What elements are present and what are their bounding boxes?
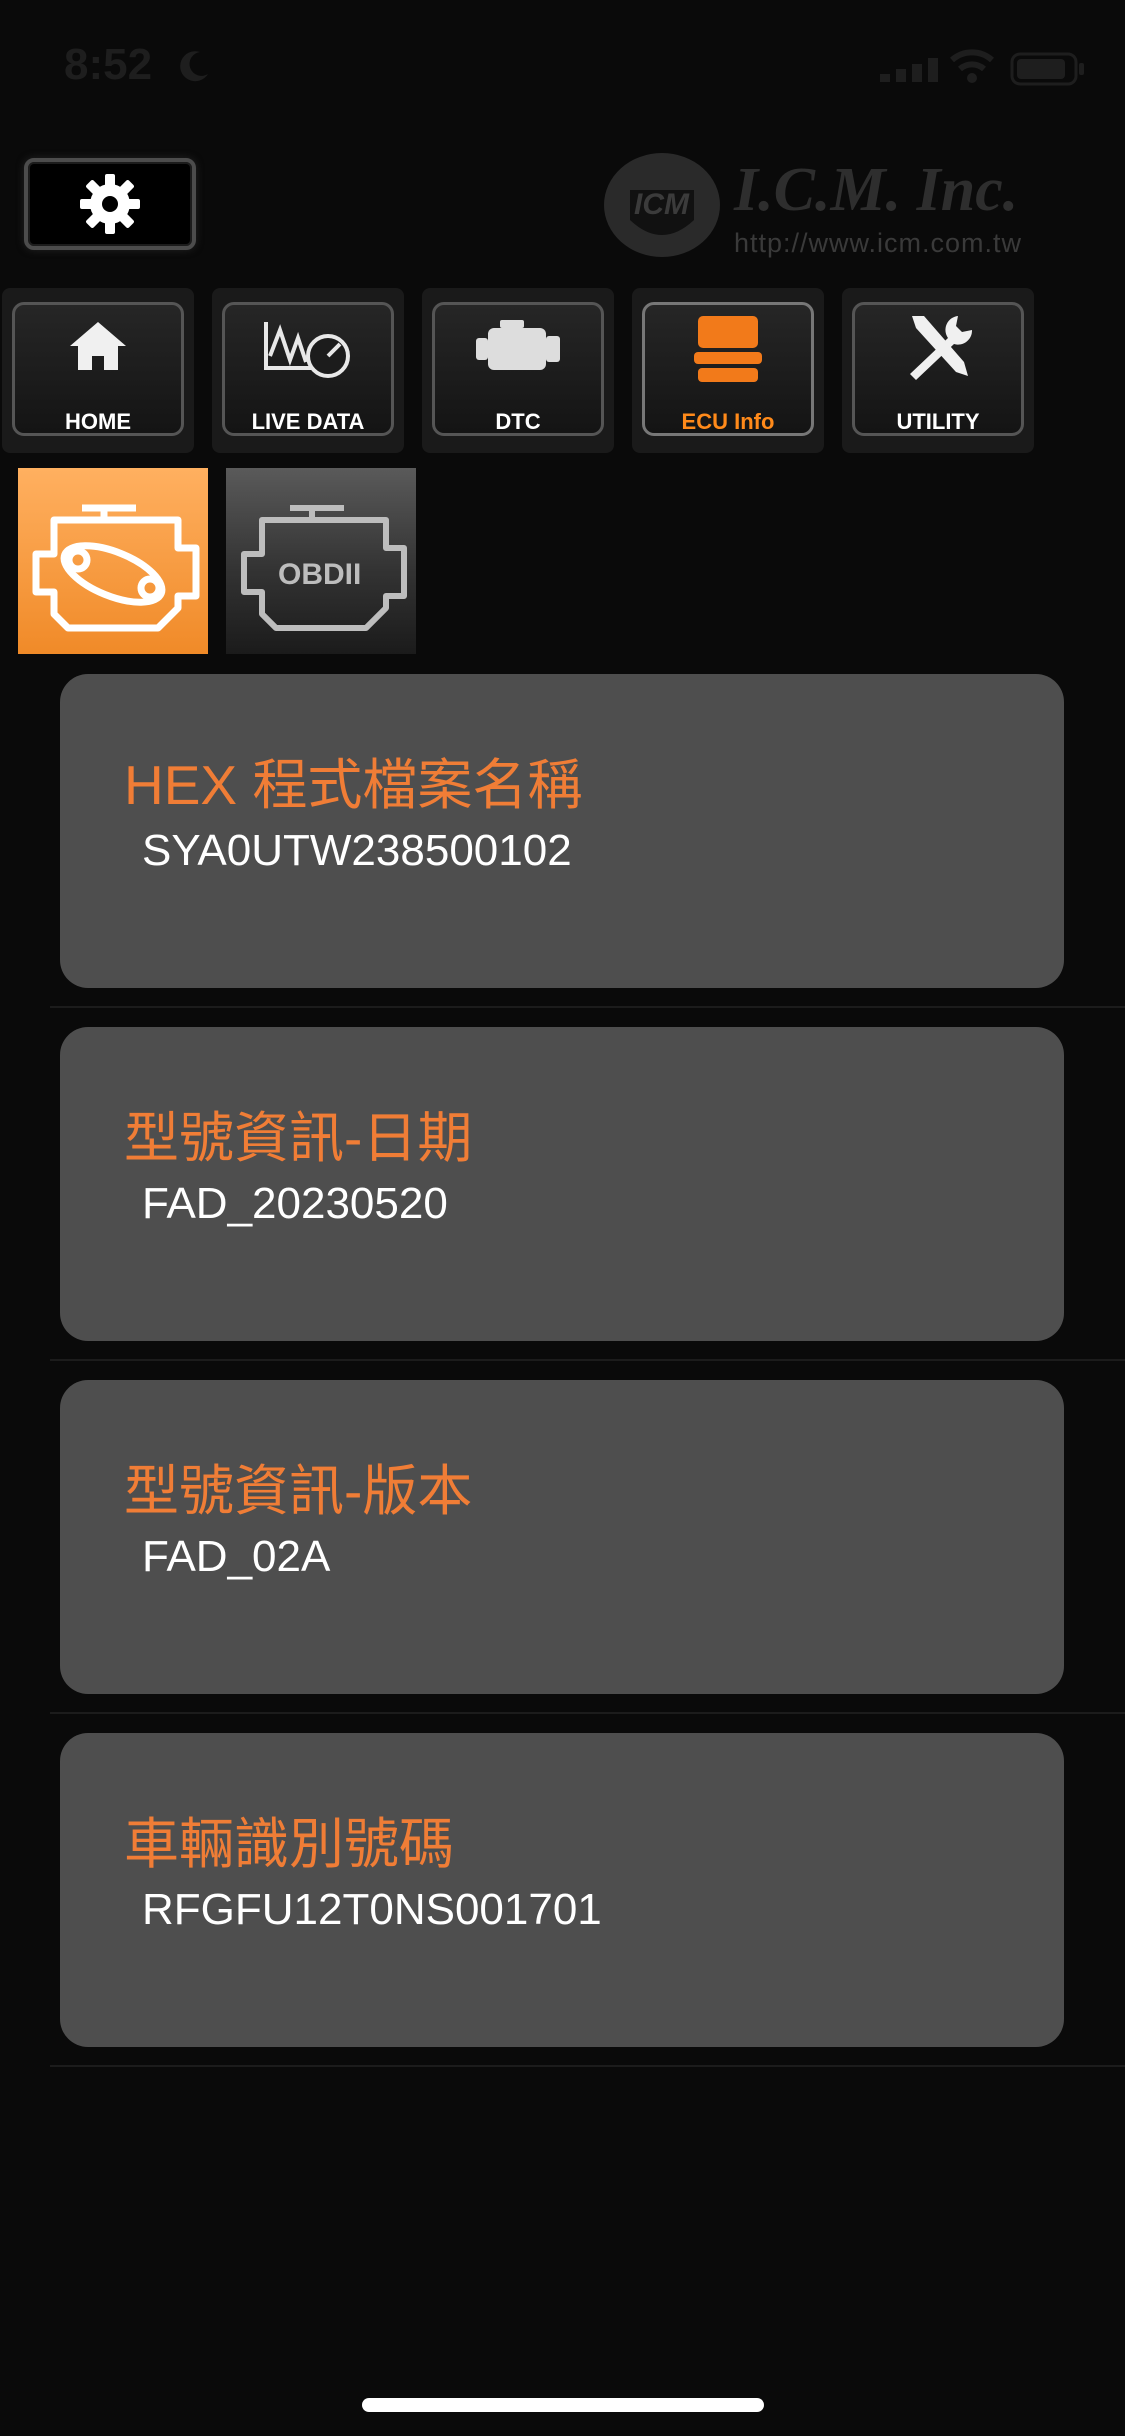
subtab-engine[interactable] xyxy=(18,468,208,654)
row-divider xyxy=(50,1359,1125,1361)
tab-utility-label: UTILITY xyxy=(896,409,980,434)
info-card-hex-file: HEX 程式檔案名稱 SYA0UTW238500102 xyxy=(60,674,1064,988)
card-value: FAD_20230520 xyxy=(142,1179,448,1228)
tab-home-label: HOME xyxy=(65,409,131,434)
gear-icon xyxy=(80,174,140,234)
tab-live-data-label: LIVE DATA xyxy=(251,409,365,434)
row-divider xyxy=(50,1006,1125,1008)
subtab-obdii[interactable]: OBDII xyxy=(226,468,416,654)
ecu-icon xyxy=(694,316,762,382)
tab-ecu-info[interactable]: ECU Info xyxy=(632,288,824,453)
home-icon xyxy=(70,322,126,370)
tab-ecu-info-label: ECU Info xyxy=(681,409,775,434)
row-divider xyxy=(50,1712,1125,1714)
status-time: 8:52 xyxy=(64,40,153,89)
info-card-vin: 車輛識別號碼 RFGFU12T0NS001701 xyxy=(60,1733,1064,2047)
tab-dtc[interactable]: DTC xyxy=(422,288,614,453)
card-title: HEX 程式檔案名稱 xyxy=(124,754,583,816)
logo-text: ICM xyxy=(634,188,690,221)
settings-button[interactable] xyxy=(24,158,196,250)
brand-name: I.C.M. Inc. xyxy=(733,156,1018,224)
tools-icon xyxy=(910,316,973,380)
engine-timing-belt-icon xyxy=(32,504,200,632)
tab-live-data[interactable]: LIVE DATA xyxy=(212,288,404,453)
engine-icon xyxy=(476,320,560,370)
card-value: RFGFU12T0NS001701 xyxy=(142,1885,602,1934)
info-card-model-date: 型號資訊-日期 FAD_20230520 xyxy=(60,1027,1064,1341)
tab-utility[interactable]: UTILITY xyxy=(842,288,1034,453)
home-indicator[interactable] xyxy=(362,2398,764,2412)
card-title: 型號資訊-版本 xyxy=(124,1460,473,1522)
card-value: FAD_02A xyxy=(142,1532,331,1581)
wifi-icon xyxy=(950,49,994,83)
tab-dtc-label: DTC xyxy=(495,409,541,434)
moon-icon xyxy=(180,51,208,82)
live-data-icon xyxy=(264,322,350,378)
card-title: 車輛識別號碼 xyxy=(124,1813,455,1875)
brand-url: http://www.icm.com.tw xyxy=(734,228,1023,258)
battery-icon xyxy=(1010,52,1084,86)
cellular-signal-icon xyxy=(880,58,938,82)
tab-home[interactable]: HOME xyxy=(2,288,194,453)
card-title: 型號資訊-日期 xyxy=(124,1107,473,1169)
info-card-model-version: 型號資訊-版本 FAD_02A xyxy=(60,1380,1064,1694)
obd-engine-icon: OBDII xyxy=(241,505,407,631)
obd-label: OBDII xyxy=(278,558,361,591)
status-bar: 8:52 xyxy=(0,0,1125,140)
row-divider xyxy=(50,2065,1125,2067)
main-nav: HOME LIVE DATA DTC ECU Info UTILITY xyxy=(0,288,1125,456)
card-value: SYA0UTW238500102 xyxy=(142,826,572,875)
